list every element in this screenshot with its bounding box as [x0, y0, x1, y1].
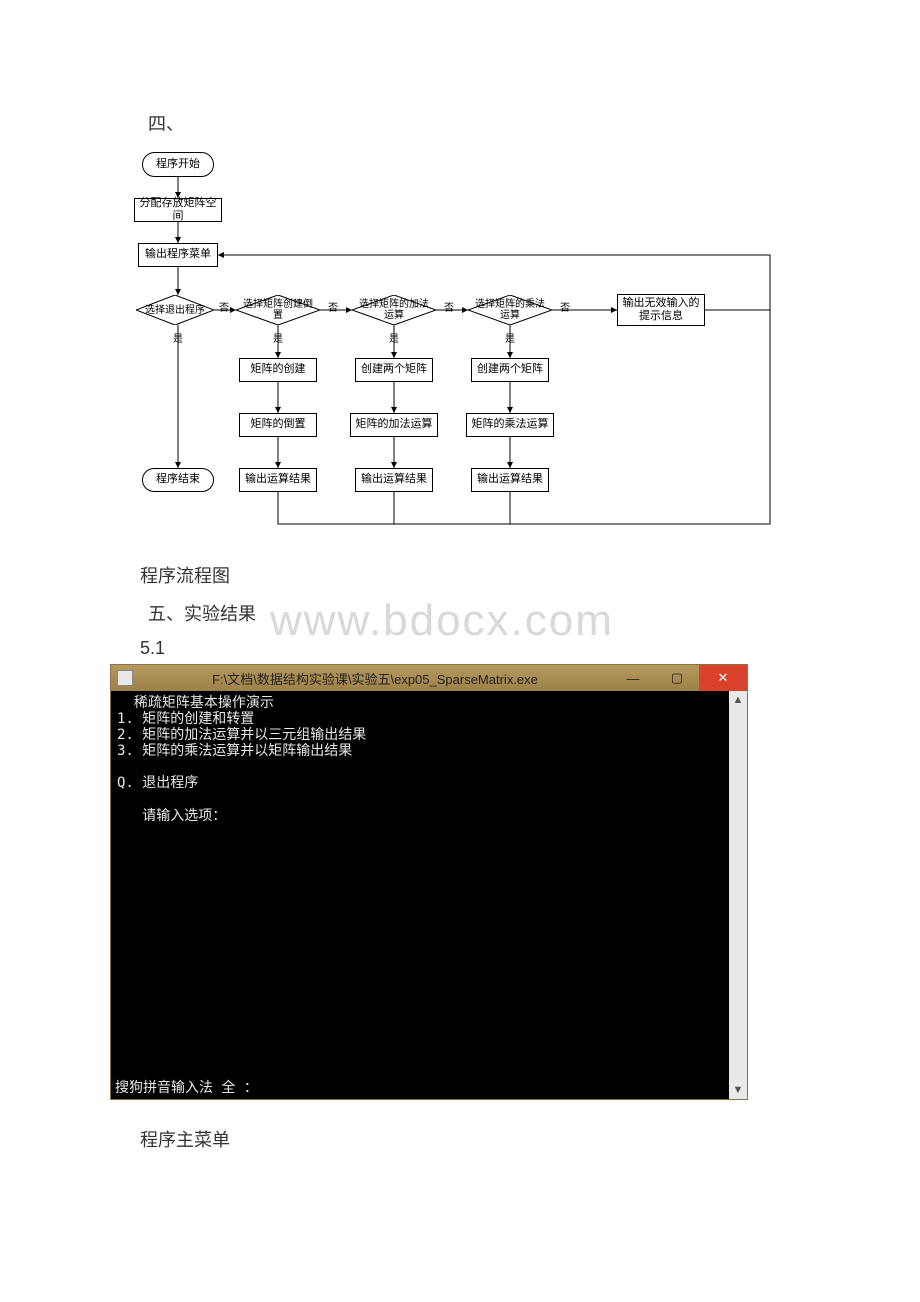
- flowchart-label-yes-4: 是: [505, 330, 515, 345]
- flowchart-node-create: 矩阵的创建: [239, 358, 317, 382]
- flowchart-node-add-op: 矩阵的加法运算: [350, 413, 438, 437]
- scroll-up-icon[interactable]: ▲: [729, 691, 747, 709]
- close-button[interactable]: ✕: [699, 665, 747, 691]
- flowchart-node-out1: 输出运算结果: [239, 468, 317, 492]
- console-output[interactable]: 稀疏矩阵基本操作演示 1. 矩阵的创建和转置 2. 矩阵的加法运算并以三元组输出…: [111, 691, 729, 1099]
- flowchart-node-invalid: 输出无效输入的提示信息: [617, 294, 705, 326]
- scroll-down-icon[interactable]: ▼: [729, 1081, 747, 1099]
- flowchart-node-out3: 输出运算结果: [471, 468, 549, 492]
- flowchart-decision-mul-label: 选择矩阵的乘法运算: [468, 299, 552, 321]
- flowchart-decision-add: 选择矩阵的加法运算: [352, 295, 436, 325]
- flowchart-node-start: 程序开始: [142, 152, 214, 177]
- console-line-header: 稀疏矩阵基本操作演示: [117, 695, 274, 711]
- console-line-quit: Q. 退出程序: [117, 775, 198, 791]
- flowchart-node-menu: 输出程序菜单: [138, 243, 218, 267]
- flowchart-node-mul-op: 矩阵的乘法运算: [466, 413, 554, 437]
- heading-section-5-1: 5.1: [140, 638, 165, 659]
- window-title: F:\文档\数据结构实验课\实验五\exp05_SparseMatrix.exe: [139, 669, 611, 688]
- console-window: F:\文档\数据结构实验课\实验五\exp05_SparseMatrix.exe…: [110, 664, 748, 1100]
- flowchart-node-out2: 输出运算结果: [355, 468, 433, 492]
- heading-section-4: 四、: [148, 110, 184, 136]
- flowchart-label-no-3: 否: [444, 299, 454, 314]
- flowchart-node-create-two-a: 创建两个矩阵: [355, 358, 433, 382]
- flowchart-decision-create: 选择矩阵创建倒置: [236, 295, 320, 325]
- flowchart-node-end: 程序结束: [142, 468, 214, 492]
- flowchart-label-no-4: 否: [560, 299, 570, 314]
- flowchart-decision-mul: 选择矩阵的乘法运算: [468, 295, 552, 325]
- watermark-text: www.bdocx.com: [270, 596, 614, 646]
- console-line-opt2: 2. 矩阵的加法运算并以三元组输出结果: [117, 727, 366, 743]
- console-line-opt1: 1. 矩阵的创建和转置: [117, 711, 254, 727]
- ime-status: 搜狗拼音输入法 全 ：: [115, 1077, 258, 1097]
- flowchart-connectors: [128, 144, 782, 542]
- document-page: www.bdocx.com 四、: [0, 0, 920, 1302]
- window-titlebar[interactable]: F:\文档\数据结构实验课\实验五\exp05_SparseMatrix.exe…: [111, 665, 747, 691]
- app-icon: [117, 670, 133, 686]
- flowchart-label-yes-1: 是: [173, 330, 183, 345]
- flowchart-decision-exit-label: 选择退出程序: [139, 305, 211, 316]
- flowchart-decision-create-label: 选择矩阵创建倒置: [236, 299, 320, 321]
- flowchart-label-no-1: 否: [219, 299, 229, 314]
- flowchart-label-yes-2: 是: [273, 330, 283, 345]
- flowchart-node-alloc: 分配存放矩阵空间: [134, 198, 222, 222]
- scrollbar[interactable]: ▲ ▼: [729, 691, 747, 1099]
- heading-section-5: 五、实验结果: [148, 600, 256, 626]
- console-body: 稀疏矩阵基本操作演示 1. 矩阵的创建和转置 2. 矩阵的加法运算并以三元组输出…: [111, 691, 747, 1099]
- maximize-button[interactable]: ▢: [655, 665, 699, 691]
- console-line-opt3: 3. 矩阵的乘法运算并以矩阵输出结果: [117, 743, 352, 759]
- flowchart-label-yes-3: 是: [389, 330, 399, 345]
- main-menu-caption: 程序主菜单: [140, 1126, 230, 1152]
- flowchart-label-no-2: 否: [328, 299, 338, 314]
- flowchart-decision-add-label: 选择矩阵的加法运算: [352, 299, 436, 321]
- flowchart-diagram: 程序开始 分配存放矩阵空间 输出程序菜单 选择退出程序 选择矩阵创建倒置 选择矩…: [128, 144, 782, 542]
- flowchart-node-transpose: 矩阵的倒置: [239, 413, 317, 437]
- flowchart-decision-exit: 选择退出程序: [136, 295, 214, 325]
- flowchart-caption: 程序流程图: [140, 562, 230, 588]
- flowchart-node-create-two-b: 创建两个矩阵: [471, 358, 549, 382]
- console-line-prompt: 请输入选项：: [117, 808, 226, 824]
- minimize-button[interactable]: —: [611, 665, 655, 691]
- window-buttons: — ▢ ✕: [611, 665, 747, 691]
